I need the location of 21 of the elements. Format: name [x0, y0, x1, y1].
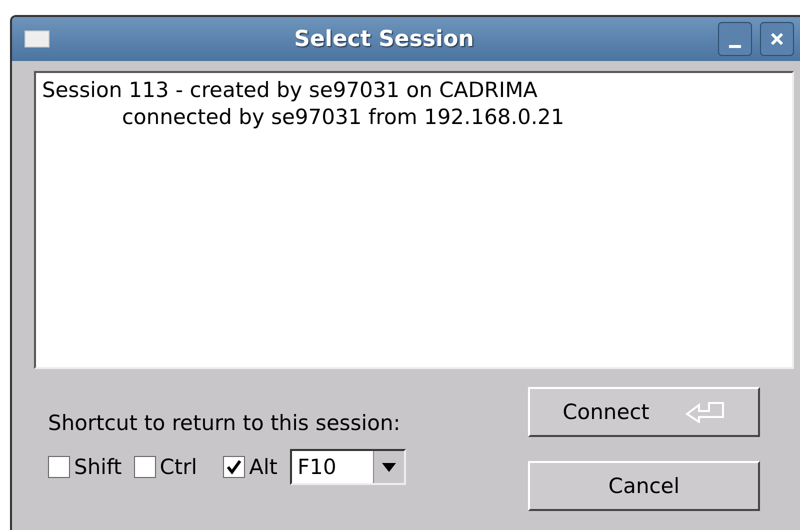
checkbox-label: Alt — [249, 455, 278, 479]
close-icon — [770, 32, 784, 46]
session-entry-text: Session 113 - created by se97031 on CADRIMA — [42, 77, 539, 104]
cancel-button[interactable]: Cancel — [528, 461, 760, 511]
checkbox[interactable] — [223, 456, 246, 478]
dropdown-arrow-icon — [382, 462, 396, 472]
close-button[interactable] — [760, 22, 794, 56]
checkbox-label: Shift — [74, 455, 122, 479]
checkbox[interactable] — [48, 456, 70, 478]
minimize-button[interactable] — [718, 22, 752, 56]
window-menu-icon[interactable] — [24, 30, 50, 48]
session-entry-text: connected by se97031 from 192.168.0.21 — [121, 104, 566, 131]
session-list[interactable]: Session 113 - created by se97031 on CADRIMA connected by se97031 from 192.168.0.21 — [34, 71, 794, 369]
checkbox-label: Ctrl — [160, 455, 198, 479]
shortcut-label: Shortcut to return to this session: — [48, 411, 402, 435]
window-title: Select Session — [293, 26, 475, 52]
checkbox[interactable] — [134, 456, 156, 478]
key-dropdown[interactable]: F10 — [290, 449, 406, 485]
minimize-icon — [729, 44, 741, 48]
enter-key-icon — [685, 401, 726, 423]
connect-button[interactable]: Connect — [528, 387, 760, 437]
